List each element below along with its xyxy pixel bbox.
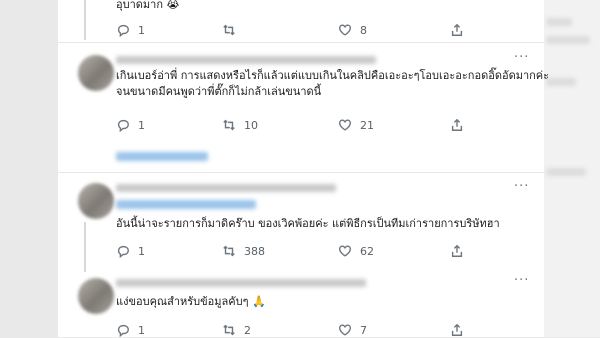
reply-count: 1	[138, 323, 145, 337]
like-icon	[339, 119, 351, 131]
retweet-icon	[223, 324, 235, 336]
tweet-actions: 1 388 62	[116, 243, 536, 259]
tweet-actions: 1 2 7	[116, 322, 536, 338]
reply-count: 1	[138, 23, 145, 37]
thread-line	[84, 222, 86, 272]
reply-button[interactable]: 1	[116, 243, 145, 259]
like-icon	[339, 245, 351, 257]
avatar[interactable]	[78, 55, 114, 91]
share-icon	[451, 118, 463, 131]
like-button[interactable]: 62	[338, 243, 374, 259]
share-icon	[451, 323, 463, 336]
retweet-button[interactable]: 2	[222, 322, 251, 338]
like-count: 62	[360, 244, 374, 258]
tweet-text-line-1: เกินเบอร์อ่าพี่ การแสดงหรือไรก็แล้วแต่แบ…	[116, 69, 550, 82]
retweet-count: 2	[244, 323, 251, 337]
reply-icon	[117, 119, 129, 132]
retweet-count: 388	[244, 244, 265, 258]
username-blurred	[116, 184, 336, 192]
retweet-count: 10	[244, 118, 258, 132]
more-icon[interactable]: ···	[514, 179, 529, 194]
reply-button[interactable]: 1	[116, 322, 145, 338]
like-button[interactable]: 8	[338, 22, 367, 38]
replying-to-blurred[interactable]	[116, 200, 256, 209]
tweet-text: อุบาดมาก 😭	[116, 0, 180, 11]
like-button[interactable]: 21	[338, 117, 374, 133]
tweet-actions: 1 8	[116, 22, 536, 38]
share-icon	[451, 23, 463, 36]
retweet-button[interactable]: 388	[222, 243, 265, 259]
reply-icon	[117, 324, 129, 337]
retweet-icon	[223, 24, 235, 36]
share-button[interactable]	[450, 322, 464, 338]
retweet-button[interactable]	[222, 22, 244, 38]
replies-feed: อุบาดมาก 😭 1 8 ··· เกินเบอร์อ่าพี่ การแส…	[58, 0, 549, 338]
more-icon[interactable]: ···	[514, 273, 529, 288]
tweet-text: แง่ขอบคุณสำหรับข้อมูลคับๆ 🙏	[116, 295, 266, 308]
retweet-icon	[223, 245, 235, 257]
like-icon	[339, 324, 351, 336]
tweet-text: อันนี้น่าจะรายการก็มาดิคร๊าบ ของเวิคพ้อย…	[116, 217, 500, 230]
username-blurred	[116, 279, 366, 287]
more-icon[interactable]: ···	[514, 50, 529, 65]
like-count: 8	[360, 23, 367, 37]
share-button[interactable]	[450, 22, 464, 38]
reply-count: 1	[138, 244, 145, 258]
username-blurred	[116, 56, 376, 64]
thread-line	[84, 0, 86, 40]
right-sidebar	[544, 0, 600, 337]
reply-icon	[117, 245, 129, 258]
show-replies-link-blurred[interactable]	[116, 152, 208, 161]
avatar[interactable]	[78, 183, 114, 219]
divider	[58, 172, 544, 173]
reply-button[interactable]: 1	[116, 22, 145, 38]
like-button[interactable]: 7	[338, 322, 367, 338]
like-count: 21	[360, 118, 374, 132]
reply-button[interactable]: 1	[116, 117, 145, 133]
avatar[interactable]	[78, 278, 114, 314]
reply-count: 1	[138, 118, 145, 132]
divider	[58, 42, 544, 43]
share-button[interactable]	[450, 243, 464, 259]
share-icon	[451, 244, 463, 257]
retweet-icon	[223, 119, 235, 131]
share-button[interactable]	[450, 117, 464, 133]
reply-icon	[117, 24, 129, 37]
tweet-actions: 1 10 21	[116, 117, 536, 133]
tweet-text-line-2: จนขนาดมีคนพูดว่าพี่ตั๊กก็ไม่กล้าเล่นขนาด…	[116, 85, 322, 98]
like-icon	[339, 24, 351, 36]
like-count: 7	[360, 323, 367, 337]
retweet-button[interactable]: 10	[222, 117, 258, 133]
